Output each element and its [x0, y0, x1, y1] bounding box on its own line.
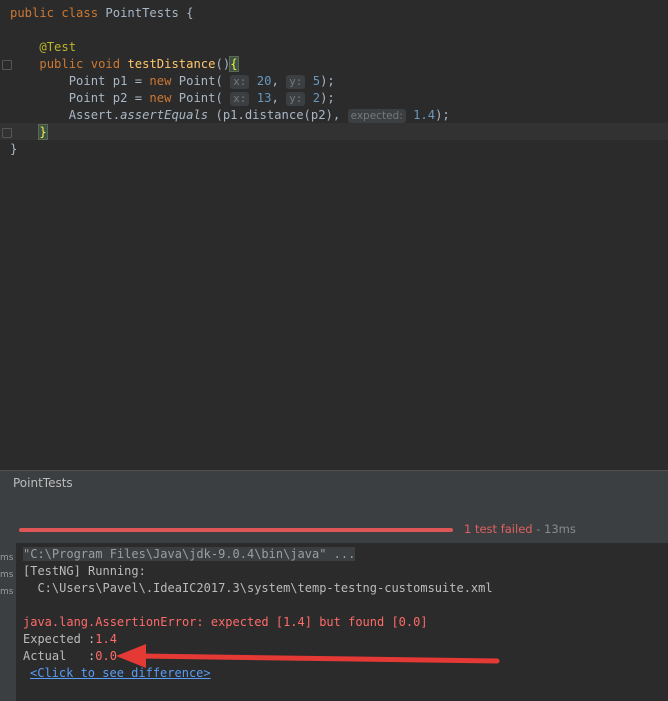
annotation-arrow-icon: [116, 644, 500, 668]
